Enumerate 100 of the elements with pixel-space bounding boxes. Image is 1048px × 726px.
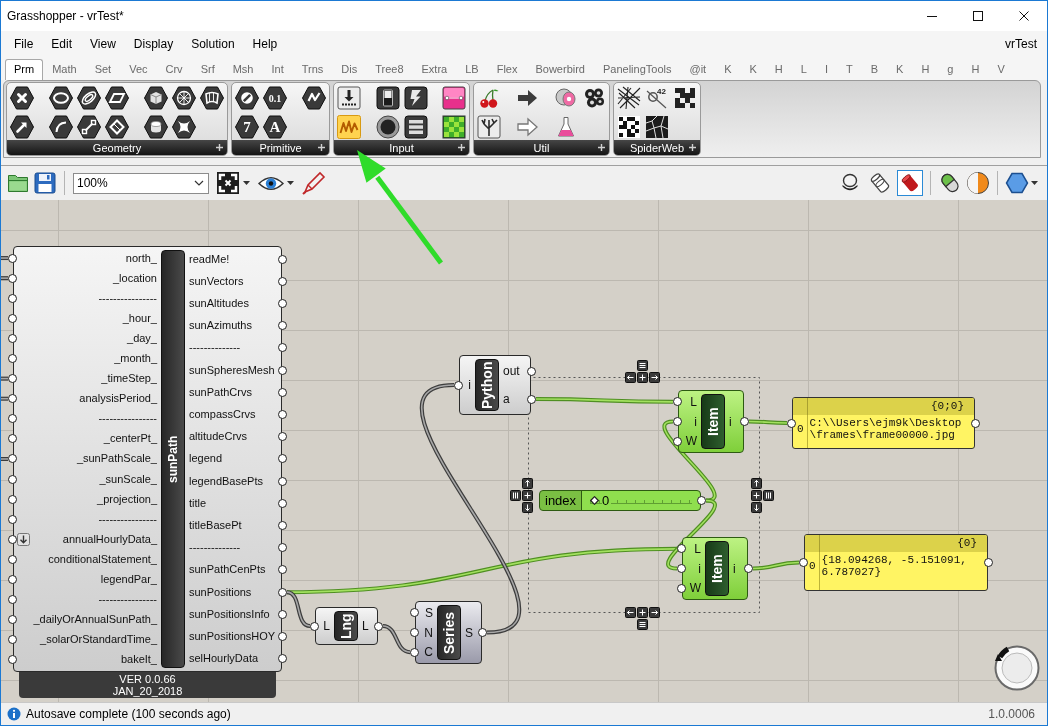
pixel-grid-icon[interactable] — [442, 115, 466, 139]
output-port-icon[interactable] — [527, 366, 536, 376]
download-icon[interactable] — [337, 86, 361, 110]
hexagon-icon[interactable] — [1005, 171, 1029, 195]
ribbon-tab[interactable]: B — [861, 59, 888, 80]
group-handle-icon[interactable] — [625, 360, 660, 383]
output-port-icon[interactable] — [278, 609, 287, 619]
menu-item[interactable]: File — [5, 34, 43, 54]
ribbon-tab[interactable]: V — [988, 59, 1014, 80]
output-port-icon[interactable] — [278, 410, 287, 419]
output-port-icon[interactable] — [278, 343, 287, 353]
input-port-icon[interactable] — [410, 628, 419, 637]
component-node[interactable]: L Lng L — [315, 607, 378, 645]
output-port-icon[interactable] — [278, 654, 287, 664]
output-port-icon[interactable] — [278, 321, 287, 331]
navigation-wheel-icon[interactable] — [993, 644, 1041, 692]
input-port-icon[interactable] — [799, 558, 808, 567]
round-button-icon[interactable] — [375, 115, 400, 139]
ribbon-tab[interactable]: K — [715, 59, 741, 80]
input-port-icon[interactable] — [310, 621, 319, 631]
surface-icon[interactable] — [200, 86, 224, 110]
down-arrow-icon[interactable] — [17, 532, 30, 546]
glyph-icon[interactable]: A — [263, 115, 287, 139]
ribbon-tab[interactable]: PanelingTools — [594, 59, 681, 80]
ribbon-tab[interactable]: L — [791, 59, 816, 80]
pen-icon[interactable] — [302, 171, 326, 195]
cells-icon[interactable] — [645, 115, 669, 139]
cylinder-icon[interactable] — [144, 115, 168, 139]
output-port-icon[interactable] — [278, 587, 287, 597]
ribbon-tab[interactable]: Vec — [120, 59, 157, 80]
output-port-icon[interactable] — [740, 417, 749, 426]
output-port-icon[interactable] — [478, 628, 487, 637]
input-port-icon[interactable] — [673, 417, 682, 426]
ribbon-tab[interactable]: Crv — [156, 59, 192, 80]
ribbon-tab[interactable]: Prm — [5, 59, 44, 80]
ribbon-tab[interactable]: Math — [43, 59, 86, 80]
ribbon-tab[interactable]: H — [765, 59, 792, 80]
caret-icon[interactable] — [243, 181, 250, 185]
input-port-icon[interactable] — [454, 380, 463, 390]
ribbon-tab[interactable]: T — [837, 59, 862, 80]
lightning-icon[interactable] — [403, 86, 428, 110]
sphere-icon[interactable] — [966, 171, 990, 195]
ribbon-tab[interactable]: Srf — [191, 59, 224, 80]
component-node[interactable]: L i W Item i — [678, 390, 744, 453]
ribbon-tab[interactable]: Trns — [292, 59, 333, 80]
output-port-icon[interactable] — [278, 387, 287, 397]
tangled-lines-icon[interactable] — [617, 86, 641, 110]
output-port-icon[interactable] — [278, 521, 287, 531]
ribbon-tab[interactable]: LB — [456, 59, 488, 80]
ribbon-tab[interactable]: Bowerbird — [526, 59, 594, 80]
output-port-icon[interactable] — [278, 565, 287, 575]
cube-icon[interactable] — [144, 86, 168, 110]
output-port-icon[interactable] — [697, 496, 706, 505]
output-port-icon[interactable] — [374, 621, 383, 631]
ribbon-tab[interactable]: Extra — [412, 59, 457, 80]
ribbon-tab[interactable]: K — [740, 59, 766, 80]
ribbon-tab[interactable]: @it — [680, 59, 716, 80]
ribbon-tab[interactable]: Msh — [223, 59, 263, 80]
component-node[interactable]: L i W Item i — [682, 537, 748, 600]
panel-dropdown-button[interactable]: Primitive — [232, 140, 329, 155]
diamond-icon[interactable] — [105, 115, 129, 139]
plane-icon[interactable] — [105, 86, 129, 110]
menu-item[interactable]: Edit — [42, 34, 82, 54]
squiggle-graph-icon[interactable] — [337, 115, 361, 139]
cross-icon[interactable] — [10, 86, 34, 110]
ribbon-tab[interactable]: g — [938, 59, 963, 80]
group-handle-icon[interactable] — [751, 478, 774, 513]
ribbon-tab[interactable]: Dis — [332, 59, 367, 80]
ribbon-tab[interactable]: I — [815, 59, 837, 80]
ribbon-tab[interactable]: Int — [262, 59, 293, 80]
output-port-icon[interactable] — [971, 418, 980, 428]
output-port-icon[interactable] — [278, 365, 287, 375]
line-segment-icon[interactable] — [77, 115, 101, 139]
arrow-icon[interactable] — [10, 115, 34, 139]
outline-arrow-icon[interactable] — [515, 115, 540, 139]
output-port-icon[interactable] — [278, 432, 287, 442]
gradient-icon[interactable] — [442, 86, 466, 110]
input-port-icon[interactable] — [787, 418, 796, 428]
frame-corners-icon[interactable] — [216, 171, 240, 195]
group-handle-icon[interactable] — [625, 607, 660, 630]
panel-dropdown-button[interactable]: SpiderWeb — [614, 140, 700, 155]
arc-icon[interactable] — [49, 115, 73, 139]
toggle-switch-icon[interactable] — [375, 86, 400, 110]
component-node[interactable] — [13, 246, 282, 672]
output-port-icon[interactable] — [527, 394, 536, 404]
circles-icon[interactable] — [582, 86, 606, 110]
output-port-icon[interactable] — [744, 564, 753, 573]
ribbon-tab[interactable]: H — [912, 59, 939, 80]
zoom-dropdown[interactable]: 100% — [73, 172, 209, 194]
checker-icon[interactable] — [617, 115, 641, 139]
folder-icon[interactable] — [7, 173, 29, 193]
input-port-icon[interactable] — [8, 354, 17, 363]
panel-dropdown-button[interactable]: Geometry — [7, 140, 227, 155]
glyph-icon[interactable]: 0.1 — [263, 86, 287, 110]
ribbon-tab[interactable]: H — [962, 59, 989, 80]
dot-pattern-icon[interactable] — [673, 86, 697, 110]
menu-item[interactable]: View — [81, 34, 125, 54]
menu-item[interactable]: Display — [124, 34, 183, 54]
solid-cylinder-icon[interactable] — [897, 170, 923, 196]
four-point-star-icon[interactable] — [172, 115, 196, 139]
